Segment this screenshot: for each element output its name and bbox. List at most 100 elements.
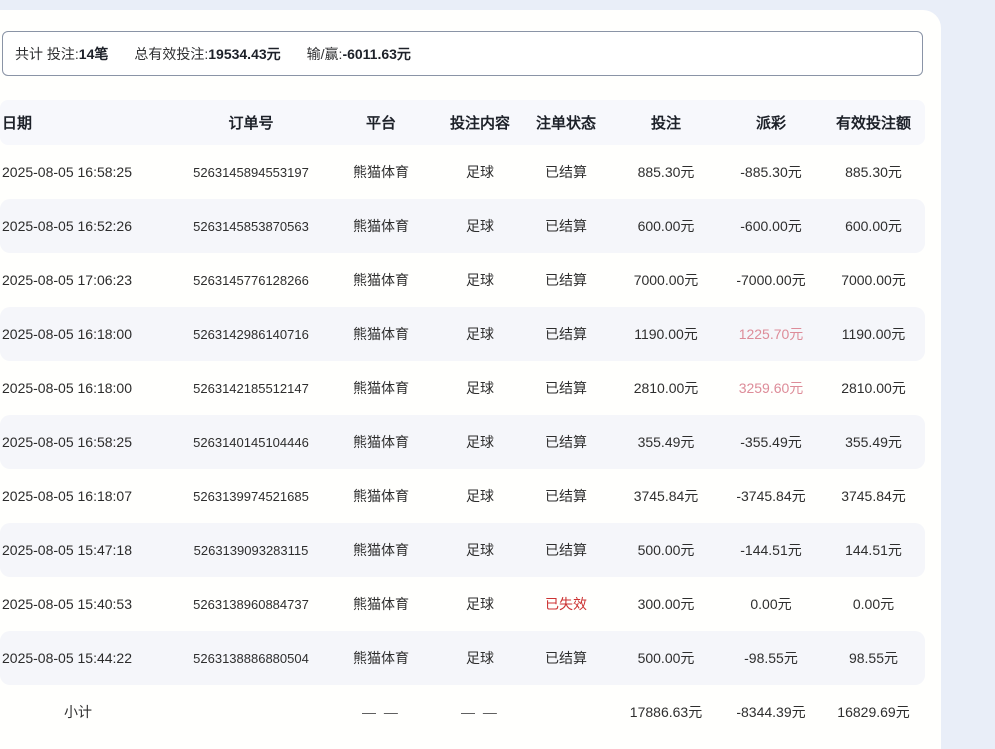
cell-bet: 3745.84元 (612, 486, 720, 506)
table-body: 2025-08-05 16:58:25 5263145894553197 熊猫体… (0, 145, 925, 685)
table-row: 2025-08-05 16:52:26 5263145853870563 熊猫体… (0, 199, 925, 253)
subtotal-label: 小计 (0, 702, 180, 722)
cell-order: 5263145894553197 (180, 165, 322, 180)
cell-bet: 300.00元 (612, 594, 720, 614)
summary-win-loss: 输/赢:-6011.63元 (307, 44, 411, 64)
cell-bet: 600.00元 (612, 216, 720, 236)
cell-valid: 7000.00元 (822, 270, 925, 290)
cell-payout: -885.30元 (720, 162, 822, 182)
cell-date: 2025-08-05 16:58:25 (0, 164, 180, 180)
cell-platform: 熊猫体育 (322, 216, 440, 236)
cell-payout: -98.55元 (720, 648, 822, 668)
cell-platform: 熊猫体育 (322, 162, 440, 182)
cell-payout: -600.00元 (720, 216, 822, 236)
column-header-status: 注单状态 (520, 112, 612, 133)
cell-order: 5263138960884737 (180, 597, 322, 612)
cell-payout: 1225.70元 (720, 324, 822, 344)
subtotal-row: 小计 — — — — 17886.63元 -8344.39元 16829.69元 (0, 685, 925, 739)
cell-status: 已结算 (520, 378, 612, 398)
cell-platform: 熊猫体育 (322, 540, 440, 560)
cell-date: 2025-08-05 16:18:07 (0, 488, 180, 504)
table-row: 2025-08-05 16:18:00 5263142986140716 熊猫体… (0, 307, 925, 361)
column-header-platform: 平台 (322, 112, 440, 133)
cell-payout: -144.51元 (720, 540, 822, 560)
cell-order: 5263145776128266 (180, 273, 322, 288)
table-row: 2025-08-05 16:58:25 5263145894553197 熊猫体… (0, 145, 925, 199)
cell-valid: 0.00元 (822, 594, 925, 614)
column-header-payout: 派彩 (720, 112, 822, 133)
summary-valid-amount: 总有效投注:19534.43元 (134, 44, 280, 64)
cell-order: 5263142986140716 (180, 327, 322, 342)
cell-bet: 355.49元 (612, 432, 720, 452)
summary-win-loss-label: 输/赢: (307, 44, 343, 64)
cell-bet: 885.30元 (612, 162, 720, 182)
table-row: 2025-08-05 17:06:23 5263145776128266 熊猫体… (0, 253, 925, 307)
cell-content: 足球 (440, 540, 520, 560)
cell-valid: 600.00元 (822, 216, 925, 236)
cell-status: 已结算 (520, 324, 612, 344)
table-row: 2025-08-05 15:47:18 5263139093283115 熊猫体… (0, 523, 925, 577)
column-header-order: 订单号 (180, 112, 322, 133)
column-header-date: 日期 (0, 112, 180, 133)
cell-platform: 熊猫体育 (322, 594, 440, 614)
cell-content: 足球 (440, 486, 520, 506)
summary-valid-amount-value: 19534.43元 (208, 44, 280, 64)
summary-total-bets-label: 共计 投注: (15, 44, 79, 64)
summary-bar: 共计 投注:14笔 总有效投注:19534.43元 输/赢:-6011.63元 (2, 31, 923, 76)
cell-bet: 7000.00元 (612, 270, 720, 290)
cell-status: 已结算 (520, 162, 612, 182)
cell-valid: 355.49元 (822, 432, 925, 452)
cell-content: 足球 (440, 162, 520, 182)
bet-records-table: 日期 订单号 平台 投注内容 注单状态 投注 派彩 有效投注额 2025-08-… (0, 100, 925, 739)
cell-status: 已结算 (520, 432, 612, 452)
cell-platform: 熊猫体育 (322, 486, 440, 506)
table-row: 2025-08-05 15:44:22 5263138886880504 熊猫体… (0, 631, 925, 685)
table-row: 2025-08-05 15:40:53 5263138960884737 熊猫体… (0, 577, 925, 631)
cell-order: 5263140145104446 (180, 435, 322, 450)
cell-payout: 3259.60元 (720, 378, 822, 398)
summary-total-bets: 共计 投注:14笔 (15, 44, 108, 64)
cell-valid: 3745.84元 (822, 486, 925, 506)
cell-date: 2025-08-05 15:44:22 (0, 650, 180, 666)
cell-valid: 1190.00元 (822, 324, 925, 344)
cell-content: 足球 (440, 324, 520, 344)
summary-valid-amount-label: 总有效投注: (134, 44, 208, 64)
subtotal-platform-dash: — — (322, 704, 440, 720)
subtotal-bet-total: 17886.63元 (612, 702, 720, 722)
cell-date: 2025-08-05 16:18:00 (0, 326, 180, 342)
table-header-row: 日期 订单号 平台 投注内容 注单状态 投注 派彩 有效投注额 (0, 100, 925, 145)
cell-bet: 500.00元 (612, 648, 720, 668)
cell-platform: 熊猫体育 (322, 270, 440, 290)
cell-payout: -7000.00元 (720, 270, 822, 290)
cell-valid: 885.30元 (822, 162, 925, 182)
cell-valid: 144.51元 (822, 540, 925, 560)
cell-status: 已结算 (520, 216, 612, 236)
cell-status: 已失效 (520, 594, 612, 614)
cell-date: 2025-08-05 16:18:00 (0, 380, 180, 396)
cell-date: 2025-08-05 16:58:25 (0, 434, 180, 450)
subtotal-valid-total: 16829.69元 (822, 702, 925, 722)
cell-content: 足球 (440, 594, 520, 614)
subtotal-payout-total: -8344.39元 (720, 702, 822, 722)
cell-payout: -355.49元 (720, 432, 822, 452)
cell-platform: 熊猫体育 (322, 378, 440, 398)
cell-bet: 1190.00元 (612, 324, 720, 344)
cell-date: 2025-08-05 15:47:18 (0, 542, 180, 558)
bet-records-page: { "summary": { "items": [ { "label": "共计… (0, 0, 995, 749)
cell-content: 足球 (440, 378, 520, 398)
cell-date: 2025-08-05 17:06:23 (0, 272, 180, 288)
cell-order: 5263138886880504 (180, 651, 322, 666)
cell-valid: 98.55元 (822, 648, 925, 668)
cell-payout: 0.00元 (720, 594, 822, 614)
table-row: 2025-08-05 16:18:07 5263139974521685 熊猫体… (0, 469, 925, 523)
summary-total-bets-value: 14笔 (79, 44, 109, 64)
column-header-valid: 有效投注额 (822, 112, 925, 133)
cell-valid: 2810.00元 (822, 378, 925, 398)
cell-content: 足球 (440, 432, 520, 452)
cell-content: 足球 (440, 270, 520, 290)
table-row: 2025-08-05 16:18:00 5263142185512147 熊猫体… (0, 361, 925, 415)
cell-bet: 500.00元 (612, 540, 720, 560)
summary-win-loss-value: -6011.63元 (342, 44, 411, 64)
cell-bet: 2810.00元 (612, 378, 720, 398)
cell-order: 5263145853870563 (180, 219, 322, 234)
